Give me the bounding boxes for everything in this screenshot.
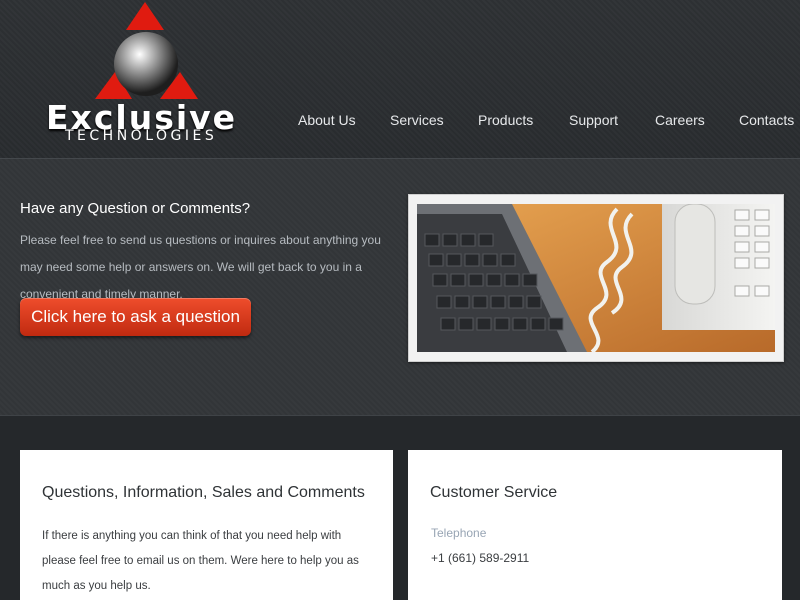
site-header: Exclusive TECHNOLOGIES About Us Services… [0,0,800,159]
hero-title: Have any Question or Comments? [20,200,251,217]
nav-products[interactable]: Products [478,112,533,128]
hero-text: Please feel free to send us questions or… [20,233,381,301]
nav-careers[interactable]: Careers [655,112,705,128]
card-title: Questions, Information, Sales and Commen… [42,484,365,501]
customer-service-card: Customer Service Telephone +1 (661) 589-… [408,450,782,600]
telephone-number[interactable]: +1 (661) 589-2911 [431,551,529,565]
nav-services[interactable]: Services [390,112,444,128]
hero-photo [408,194,784,362]
ask-question-button[interactable]: Click here to ask a question [20,298,251,336]
nav-contacts[interactable]: Contacts [739,112,794,128]
nav-support[interactable]: Support [569,112,618,128]
main-navigation: About Us Services Products Support Caree… [0,112,800,132]
card-text: If there is anything you can think of th… [42,530,359,592]
info-card: Questions, Information, Sales and Commen… [20,450,393,600]
keyboard-phone-photo-icon [417,204,775,352]
telephone-label: Telephone [431,526,487,540]
nav-about-us[interactable]: About Us [298,112,356,128]
card-title: Customer Service [430,484,558,501]
